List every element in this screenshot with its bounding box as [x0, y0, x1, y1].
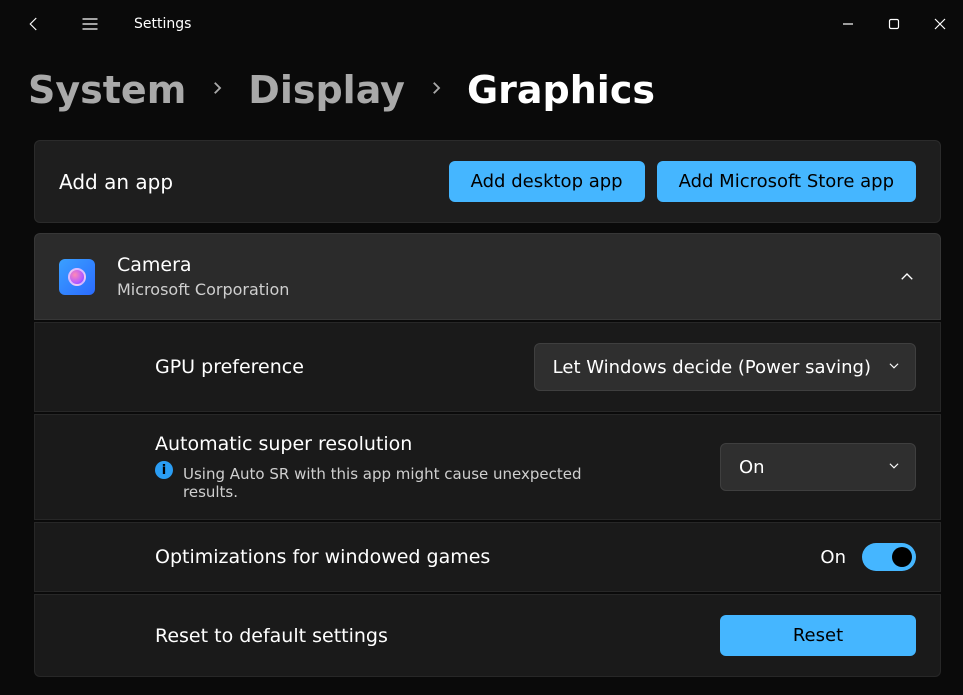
add-desktop-app-button[interactable]: Add desktop app	[449, 161, 645, 202]
windowed-opt-toggle[interactable]	[862, 543, 916, 571]
breadcrumb-separator	[427, 79, 445, 101]
minimize-button[interactable]	[825, 4, 871, 44]
app-name: Camera	[117, 254, 898, 276]
add-store-app-button[interactable]: Add Microsoft Store app	[657, 161, 916, 202]
breadcrumb-separator	[208, 79, 226, 101]
breadcrumb-graphics: Graphics	[467, 68, 655, 112]
camera-app-icon	[59, 259, 95, 295]
reset-button[interactable]: Reset	[720, 615, 916, 656]
gpu-preference-label: GPU preference	[155, 356, 534, 378]
chevron-up-icon	[898, 268, 916, 286]
chevron-right-icon	[427, 79, 445, 97]
app-header-row[interactable]: Camera Microsoft Corporation	[34, 233, 941, 320]
maximize-button[interactable]	[871, 4, 917, 44]
chevron-down-icon	[887, 459, 901, 473]
app-group: Camera Microsoft Corporation GPU prefere…	[34, 233, 941, 677]
auto-sr-info: Using Auto SR with this app might cause …	[183, 465, 613, 501]
gpu-preference-select[interactable]: Let Windows decide (Power saving)	[534, 343, 916, 391]
minimize-icon	[842, 18, 854, 30]
back-button[interactable]	[18, 8, 50, 40]
gpu-preference-row: GPU preference Let Windows decide (Power…	[34, 322, 941, 412]
hamburger-menu-button[interactable]	[74, 8, 106, 40]
maximize-icon	[888, 18, 900, 30]
breadcrumb-display[interactable]: Display	[248, 68, 405, 112]
auto-sr-value: On	[739, 457, 765, 478]
close-button[interactable]	[917, 4, 963, 44]
window-title: Settings	[134, 16, 191, 32]
auto-sr-label: Automatic super resolution	[155, 433, 720, 455]
titlebar: Settings	[0, 0, 963, 48]
toggle-knob	[892, 547, 912, 567]
windowed-opt-state: On	[820, 547, 846, 568]
add-app-title: Add an app	[59, 170, 449, 194]
auto-sr-select[interactable]: On	[720, 443, 916, 491]
chevron-right-icon	[208, 79, 226, 97]
windowed-opt-row: Optimizations for windowed games On	[34, 522, 941, 592]
collapse-button[interactable]	[898, 268, 916, 286]
content-area: Add an app Add desktop app Add Microsoft…	[0, 140, 963, 677]
chevron-down-icon	[887, 359, 901, 373]
info-icon: i	[155, 461, 173, 479]
windowed-opt-label: Optimizations for windowed games	[155, 546, 820, 568]
back-arrow-icon	[25, 15, 43, 33]
breadcrumb-system[interactable]: System	[28, 68, 186, 112]
gpu-preference-value: Let Windows decide (Power saving)	[553, 357, 871, 378]
hamburger-icon	[80, 14, 100, 34]
add-app-card: Add an app Add desktop app Add Microsoft…	[34, 140, 941, 223]
reset-row: Reset to default settings Reset	[34, 594, 941, 677]
reset-label: Reset to default settings	[155, 625, 720, 647]
auto-sr-row: Automatic super resolution i Using Auto …	[34, 414, 941, 520]
breadcrumb: System Display Graphics	[0, 48, 963, 140]
app-publisher: Microsoft Corporation	[117, 280, 898, 299]
close-icon	[934, 18, 946, 30]
